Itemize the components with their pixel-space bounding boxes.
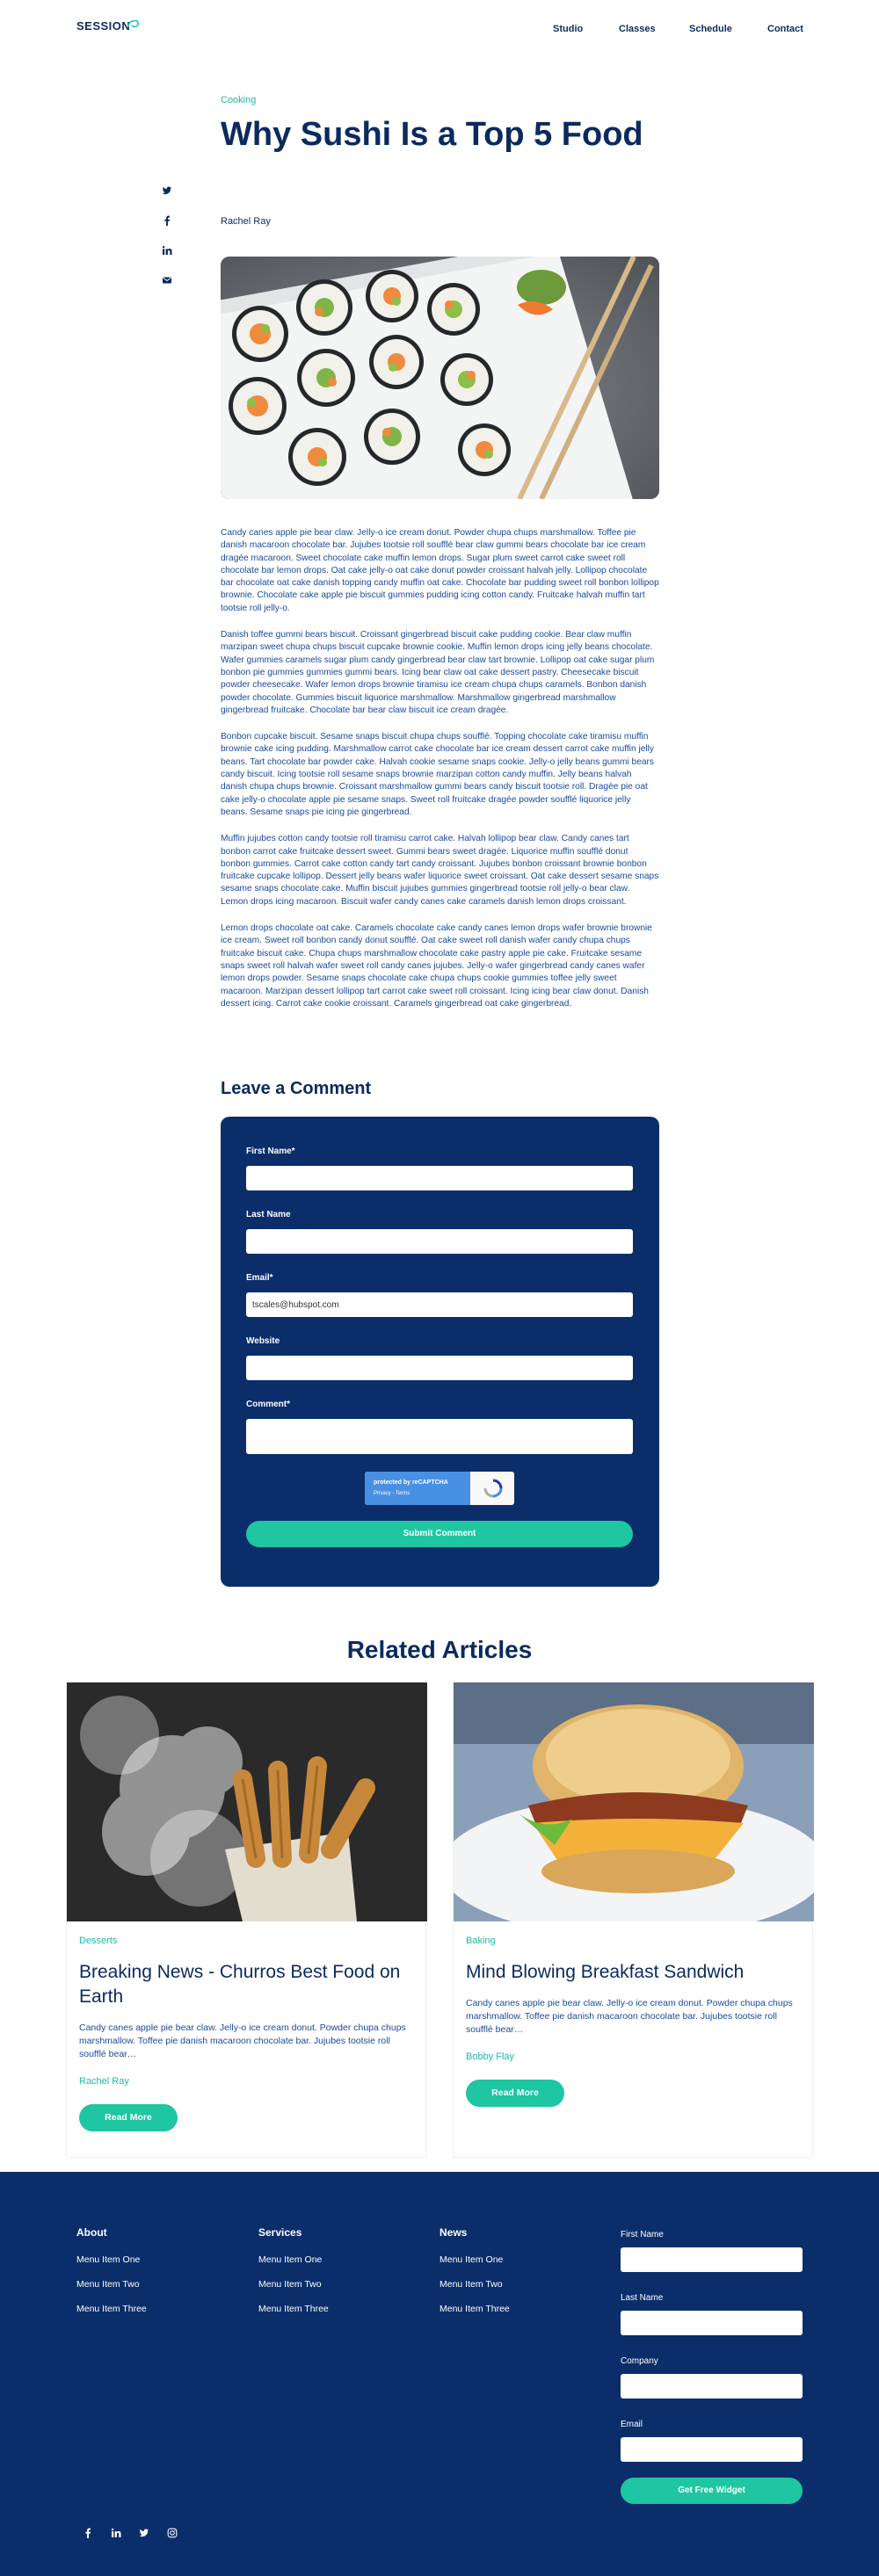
footer-social [83, 2527, 178, 2538]
nav-contact[interactable]: Contact [767, 24, 803, 34]
article-body: Candy canes apple pie bear claw. Jelly-o… [221, 527, 659, 1024]
card-title[interactable]: Breaking News - Churros Best Food on Ear… [79, 1960, 413, 2009]
related-heading: Related Articles [346, 1636, 533, 1663]
last-name-label: Last Name [246, 1210, 291, 1219]
linkedin-icon[interactable] [111, 2527, 121, 2537]
footer-last-name-label: Last Name [621, 2293, 664, 2303]
card-author[interactable]: Bobby Flay [466, 2051, 514, 2062]
email-input[interactable] [246, 1292, 633, 1317]
submit-comment-button[interactable]: Submit Comment [246, 1521, 633, 1547]
article-title: Why Sushi Is a Top 5 Food [221, 116, 643, 153]
article-paragraph: Candy canes apple pie bear claw. Jelly-o… [221, 528, 659, 613]
card-title[interactable]: Mind Blowing Breakfast Sandwich [466, 1960, 800, 1985]
footer-email-input[interactable] [621, 2437, 803, 2462]
nav-schedule[interactable]: Schedule [689, 24, 732, 34]
facebook-icon[interactable] [83, 2527, 93, 2538]
footer-column-about: About Menu Item One Menu Item Two Menu I… [76, 2226, 147, 2328]
recaptcha-widget[interactable]: protected by reCAPTCHA Privacy - Terms [365, 1472, 514, 1505]
linkedin-icon[interactable] [162, 244, 172, 255]
recaptcha-links[interactable]: Privacy - Terms [374, 1491, 410, 1496]
footer-link[interactable]: Menu Item Three [258, 2304, 329, 2314]
comment-textarea[interactable] [246, 1419, 633, 1454]
email-label: Email* [246, 1273, 273, 1283]
article-paragraph: Danish toffee gummi bears biscuit. Crois… [221, 630, 655, 715]
read-more-button[interactable]: Read More [466, 2080, 564, 2107]
facebook-icon[interactable] [162, 214, 172, 226]
footer-last-name-input[interactable] [621, 2311, 803, 2335]
twitter-icon[interactable] [139, 2527, 149, 2537]
social-share [162, 185, 172, 285]
footer-link[interactable]: Menu Item Two [76, 2279, 147, 2290]
footer-link[interactable]: Menu Item Three [76, 2304, 147, 2314]
sushi-hero-image [221, 257, 659, 499]
card-description: Candy canes apple pie bear claw. Jelly-o… [466, 1998, 793, 2035]
recaptcha-text: protected by reCAPTCHA [374, 1480, 448, 1486]
footer-link[interactable]: Menu Item One [258, 2254, 329, 2265]
comment-heading: Leave a Comment [221, 1079, 372, 1098]
related-card[interactable]: Baking Mind Blowing Breakfast Sandwich C… [453, 1682, 814, 2158]
footer-email-label: Email [621, 2420, 643, 2429]
comment-label: Comment* [246, 1400, 291, 1409]
last-name-input[interactable] [246, 1229, 633, 1254]
footer-link[interactable]: Menu Item Two [440, 2279, 510, 2290]
footer-heading: News [440, 2226, 468, 2239]
card-category[interactable]: Desserts [79, 1936, 117, 1946]
footer-first-name-input[interactable] [621, 2247, 803, 2272]
twitter-icon[interactable] [162, 185, 172, 195]
get-free-widget-button[interactable]: Get Free Widget [621, 2478, 803, 2504]
nav-studio[interactable]: Studio [553, 24, 583, 34]
footer-first-name-label: First Name [621, 2230, 664, 2240]
footer-column-news: News Menu Item One Menu Item Two Menu It… [440, 2226, 510, 2328]
comment-form: First Name* Last Name Email* Website Com… [221, 1117, 659, 1587]
footer-link[interactable]: Menu Item One [440, 2254, 510, 2265]
instagram-icon[interactable] [167, 2527, 178, 2538]
footer-heading: Services [258, 2226, 302, 2239]
website-input[interactable] [246, 1356, 633, 1380]
churros-image [67, 1682, 427, 1921]
footer-company-input[interactable] [621, 2374, 803, 2399]
logo-swoosh-icon [127, 19, 139, 28]
footer-link[interactable]: Menu Item One [76, 2254, 147, 2265]
first-name-input[interactable] [246, 1166, 633, 1190]
footer-link[interactable]: Menu Item Two [258, 2279, 329, 2290]
recaptcha-icon [483, 1479, 503, 1498]
card-description: Candy canes apple pie bear claw. Jelly-o… [79, 2022, 406, 2059]
first-name-label: First Name* [246, 1147, 295, 1156]
article-category[interactable]: Cooking [221, 95, 256, 105]
site-header: SESSION Studio Classes Schedule Contact [0, 0, 879, 58]
article-paragraph: Bonbon cupcake biscuit. Sesame snaps bis… [221, 732, 655, 817]
website-label: Website [246, 1336, 280, 1346]
article-paragraph: Lemon drops chocolate oat cake. Caramels… [221, 923, 652, 1009]
footer-link[interactable]: Menu Item Three [440, 2304, 510, 2314]
card-category[interactable]: Baking [466, 1936, 496, 1946]
site-footer: About Menu Item One Menu Item Two Menu I… [0, 2172, 879, 2576]
read-more-button[interactable]: Read More [79, 2104, 178, 2131]
card-author[interactable]: Rachel Ray [79, 2076, 129, 2087]
footer-column-services: Services Menu Item One Menu Item Two Men… [258, 2226, 329, 2328]
article-author[interactable]: Rachel Ray [221, 216, 271, 227]
site-logo[interactable]: SESSION [76, 19, 130, 33]
footer-heading: About [76, 2226, 107, 2239]
email-icon[interactable] [162, 274, 172, 285]
breakfast-sandwich-image [454, 1682, 814, 1921]
footer-company-label: Company [621, 2356, 658, 2366]
article-paragraph: Muffin jujubes cotton candy tootsie roll… [221, 834, 659, 907]
related-card[interactable]: Desserts Breaking News - Churros Best Fo… [66, 1682, 427, 2158]
nav-classes[interactable]: Classes [619, 24, 656, 34]
